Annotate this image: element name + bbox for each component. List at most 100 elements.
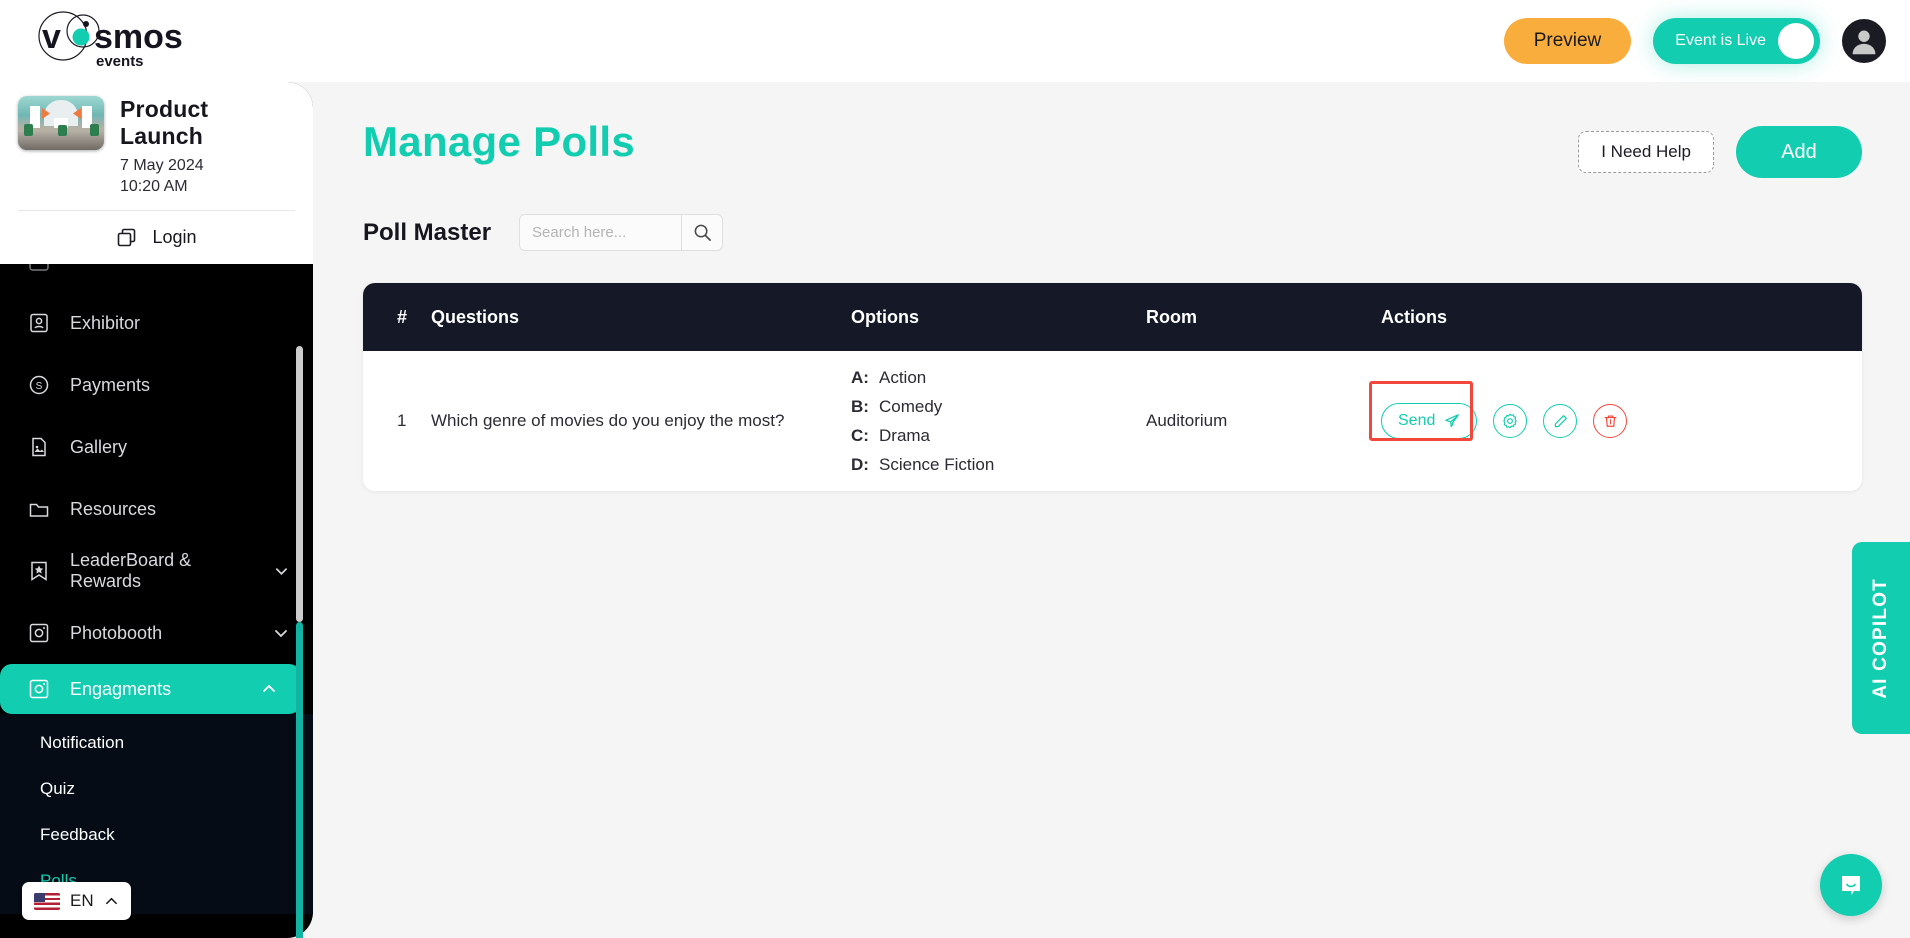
sidebar-item-label: Gallery: [70, 436, 128, 457]
sidebar-item-photobooth[interactable]: Photobooth: [0, 602, 313, 664]
delete-button[interactable]: [1593, 404, 1628, 438]
send-label: Send: [1398, 412, 1436, 429]
svg-text:smos: smos: [94, 18, 183, 56]
chevron-down-icon[interactable]: [274, 563, 289, 579]
option-key: D:: [851, 454, 869, 474]
column-header-number: #: [397, 306, 408, 327]
send-button[interactable]: Send: [1381, 403, 1478, 439]
option-text: Action: [879, 367, 927, 387]
exhibitor-icon: [30, 313, 48, 333]
option-d: D: Science Fiction: [851, 455, 1146, 475]
brand-logo[interactable]: v smos events: [20, 8, 220, 74]
top-bar-actions: Preview Event is Live: [1503, 18, 1886, 64]
gallery-icon: [32, 437, 46, 457]
main-content: Manage Polls I Need Help Add Poll Master…: [313, 82, 1910, 938]
i-need-help-button[interactable]: I Need Help: [1578, 131, 1714, 173]
svg-text:events: events: [96, 53, 144, 70]
cell-actions: Send: [1369, 381, 1862, 441]
sidebar-item-exhibitor[interactable]: Exhibitor: [0, 292, 313, 354]
option-key: A:: [851, 367, 869, 387]
option-c: C: Drama: [851, 426, 1146, 446]
ai-copilot-tab[interactable]: AI COPILOT: [1852, 542, 1910, 734]
sidebar-item-leaderboard-rewards[interactable]: LeaderBoard & Rewards: [0, 540, 313, 602]
award-icon: [31, 561, 47, 581]
copy-icon: [118, 228, 136, 246]
gear-icon: [1503, 413, 1518, 429]
add-button[interactable]: Add: [1736, 126, 1862, 178]
cell-options: A: Action B: Comedy C: Drama D: Science …: [851, 368, 1146, 475]
submenu-item-feedback[interactable]: Feedback: [0, 812, 313, 858]
vosmos-logo-icon: v smos events: [38, 11, 183, 70]
folder-icon: [29, 503, 49, 517]
paper-plane-icon: [1445, 414, 1460, 428]
option-key: B:: [851, 396, 869, 416]
section-header: Poll Master: [313, 178, 1910, 251]
svg-text:v: v: [42, 18, 61, 56]
page-title: Manage Polls: [363, 118, 636, 165]
camera-icon: [29, 623, 49, 643]
chat-bubble-icon: [1842, 876, 1860, 895]
cell-question: Which genre of movies do you enjoy the m…: [431, 411, 785, 430]
sidebar-item-label: LeaderBoard & Rewards: [70, 550, 192, 591]
us-flag-icon: [34, 892, 60, 910]
column-header-room: Room: [1146, 306, 1197, 327]
page-header: Manage Polls I Need Help Add: [313, 82, 1910, 178]
settings-button[interactable]: [1493, 404, 1528, 438]
sidebar-item-engagments[interactable]: Engagments: [0, 664, 301, 714]
option-key: C:: [851, 425, 869, 445]
toggle-knob[interactable]: [1778, 23, 1814, 59]
search-input[interactable]: [519, 214, 682, 251]
option-b: B: Comedy: [851, 397, 1146, 417]
event-time: 10:20 AM: [120, 178, 188, 195]
option-a: A: Action: [851, 368, 1146, 388]
sidebar: Product Launch 7 May 2024 10:20 AM Login: [0, 82, 313, 938]
engagements-icon: [29, 679, 49, 699]
column-header-options: Options: [851, 306, 919, 327]
avatar[interactable]: [1842, 19, 1886, 63]
event-live-toggle[interactable]: Event is Live: [1653, 18, 1820, 64]
sidebar-scrollbar-track[interactable]: [296, 346, 303, 622]
event-title: Product Launch: [120, 96, 209, 149]
option-text: Comedy: [879, 396, 943, 416]
column-header-questions: Questions: [431, 306, 520, 327]
sidebar-item-label: Engagments: [70, 678, 172, 699]
chevron-up-icon[interactable]: [104, 894, 119, 909]
chat-widget-button[interactable]: [1820, 854, 1882, 916]
cell-room: Auditorium: [1146, 411, 1228, 430]
ai-copilot-label: AI COPILOT: [1870, 577, 1891, 699]
chevron-down-icon[interactable]: [273, 625, 289, 641]
preview-button[interactable]: Preview: [1503, 18, 1632, 64]
language-code: EN: [70, 891, 94, 910]
column-header-actions: Actions: [1381, 306, 1448, 327]
sidebar-scrollbar-thumb[interactable]: [296, 622, 303, 938]
event-live-label: Event is Live: [1675, 32, 1766, 49]
event-card: Product Launch 7 May 2024 10:20 AM Login: [0, 82, 313, 264]
sidebar-item-resources[interactable]: Resources: [0, 478, 313, 540]
search-group: [519, 214, 724, 251]
chevron-up-icon[interactable]: [261, 681, 277, 697]
table-row: 1 Which genre of movies do you enjoy the…: [363, 351, 1862, 491]
row-action-buttons: Send: [1369, 381, 1862, 441]
section-label: Poll Master: [363, 218, 492, 246]
cell-number: 1: [397, 411, 407, 430]
payments-icon: S: [29, 375, 49, 395]
sidebar-item-payments[interactable]: S Payments: [0, 354, 313, 416]
language-selector[interactable]: EN: [22, 882, 131, 920]
edit-button[interactable]: [1543, 404, 1578, 438]
sidebar-nav: Exhibitor S Payments Gallery Resources L…: [0, 264, 313, 924]
sidebar-item-label: Resources: [70, 498, 157, 519]
trash-icon: [1604, 414, 1617, 427]
sidebar-item-partial-above[interactable]: [0, 264, 313, 292]
event-thumbnail: [18, 96, 104, 150]
calendar-icon: [29, 264, 49, 271]
polls-table: # Questions Options Room Actions 1 Which…: [363, 283, 1862, 491]
search-button[interactable]: [681, 214, 724, 251]
login-button[interactable]: Login: [18, 210, 295, 264]
sidebar-item-gallery[interactable]: Gallery: [0, 416, 313, 478]
login-label: Login: [152, 227, 197, 247]
submenu-item-quiz[interactable]: Quiz: [0, 766, 313, 812]
top-bar: v smos events Preview Event is Live: [0, 0, 1910, 82]
page-header-actions: I Need Help Add: [1578, 126, 1862, 178]
submenu-item-notification[interactable]: Notification: [0, 720, 313, 766]
svg-text:S: S: [36, 381, 43, 392]
